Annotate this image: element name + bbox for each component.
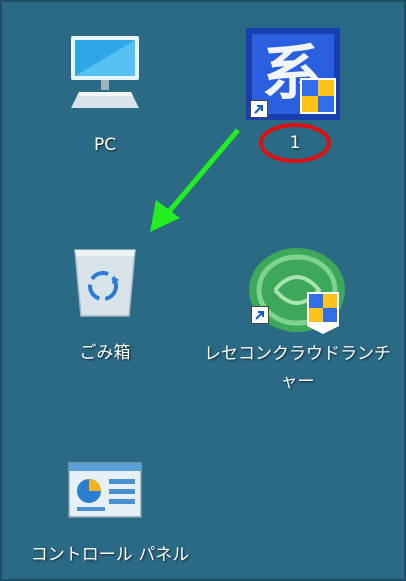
desktop-icon-label: PC	[93, 135, 117, 155]
desktop-icon-label: 1	[289, 133, 301, 153]
desktop-icon-pc[interactable]: PC	[55, 30, 155, 160]
desktop-icon-label: ごみ箱	[79, 343, 131, 363]
desktop-icon-label-line1: レセコンクラウドランチ	[204, 344, 391, 364]
control-panel-icon	[68, 462, 142, 518]
recycle-bin-icon	[74, 249, 136, 317]
desktop-icon-label-line2: ャー	[280, 372, 315, 392]
desktop-icon-launcher[interactable]: レセコンクラウドランチ ャー	[195, 246, 400, 396]
monitor-pc-icon	[71, 36, 139, 108]
desktop-icon-1[interactable]: 系 1	[240, 26, 350, 156]
shortcut-arrow-icon	[251, 306, 269, 324]
desktop-icon-label: コントロール パネル	[30, 545, 190, 565]
desktop-icon-recycle-bin[interactable]: ごみ箱	[50, 240, 160, 370]
desktop-icon-control-panel[interactable]: コントロール パネル	[15, 455, 205, 575]
shortcut-arrow-icon	[250, 100, 268, 118]
green-arrow-annotation	[160, 128, 240, 222]
green-arrowhead-annotation	[150, 200, 180, 232]
